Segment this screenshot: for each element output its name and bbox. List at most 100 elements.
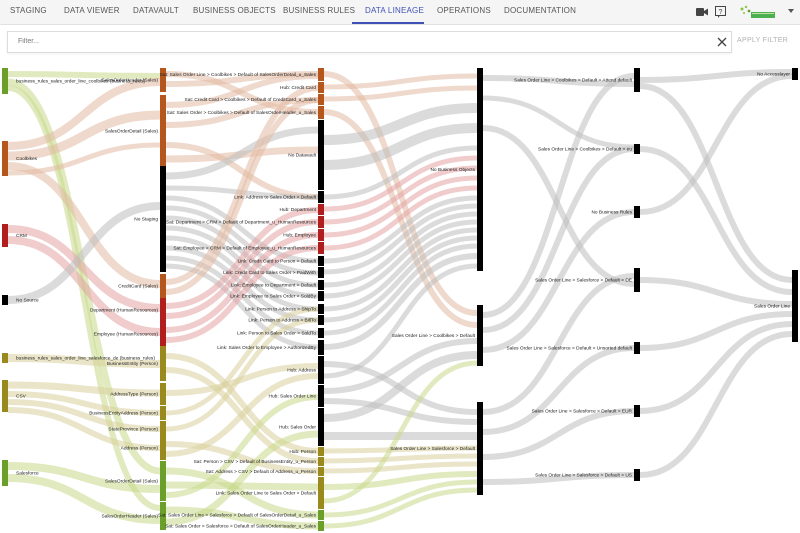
sankey-node-label: SalesOrderDetail (Sales): [105, 129, 158, 135]
sankey-link[interactable]: [323, 103, 478, 145]
tab-datavault[interactable]: DATAVAULT: [133, 0, 179, 24]
sankey-node[interactable]: [318, 106, 324, 119]
sankey-node[interactable]: [318, 447, 324, 456]
sankey-node[interactable]: [318, 229, 324, 241]
video-camera-icon[interactable]: [696, 7, 708, 17]
sankey-node-label: Salesforce: [16, 471, 39, 477]
sankey-node[interactable]: [318, 94, 324, 105]
sankey-node[interactable]: [318, 457, 324, 466]
sankey-node[interactable]: [318, 191, 324, 203]
sankey-link[interactable]: [165, 481, 319, 491]
sankey-node[interactable]: [2, 295, 8, 305]
sankey-node-label: Link: Sales Order Line to Sales Order > …: [216, 491, 317, 497]
sankey-node-label: BusinessEntityAddress (Person): [89, 411, 158, 417]
sankey-node[interactable]: [318, 328, 324, 338]
sankey-node[interactable]: [634, 342, 640, 354]
sankey-node[interactable]: [318, 315, 324, 325]
sankey-node[interactable]: [160, 461, 166, 501]
sankey-link[interactable]: [323, 461, 478, 474]
sankey-node[interactable]: [634, 268, 640, 292]
sankey-node[interactable]: [318, 216, 324, 228]
sankey-node-label: Sales Order Line > Salesforce > Default …: [507, 346, 633, 352]
sankey-node[interactable]: [634, 206, 640, 218]
tab-documentation[interactable]: DOCUMENTATION: [504, 0, 576, 24]
sankey-node[interactable]: [2, 141, 8, 176]
sankey-node[interactable]: [160, 95, 166, 167]
lineage-sankey-diagram: business_rules_sales_order_line_coolbike…: [2, 68, 798, 531]
sankey-node[interactable]: [318, 68, 324, 81]
sankey-node-label: No Source: [16, 298, 39, 304]
sankey-node[interactable]: [318, 304, 324, 314]
sankey-link[interactable]: [639, 331, 793, 478]
sankey-node[interactable]: [160, 274, 166, 298]
sankey-node[interactable]: [160, 436, 166, 460]
sankey-node[interactable]: [634, 405, 640, 417]
sankey-node[interactable]: [318, 82, 324, 93]
sankey-link[interactable]: [639, 83, 793, 283]
sankey-node[interactable]: [477, 305, 483, 366]
tab-business-objects[interactable]: BUSINESS OBJECTS: [193, 0, 276, 24]
help-icon[interactable]: ?: [715, 6, 726, 18]
sankey-node-label: CreditCard (Sales): [118, 284, 158, 290]
sankey-link[interactable]: [639, 311, 793, 351]
sankey-node[interactable]: [318, 120, 324, 190]
sankey-node[interactable]: [160, 346, 166, 381]
sankey-node[interactable]: [477, 68, 483, 271]
sankey-node[interactable]: [160, 298, 166, 322]
sankey-node[interactable]: [318, 521, 324, 531]
sankey-node[interactable]: [792, 68, 798, 80]
sankey-node-label: Link: Sales Order to Employee > Authoriz…: [217, 345, 316, 351]
sankey-node-label: No Staging: [134, 217, 158, 223]
sankey-node[interactable]: [318, 280, 324, 290]
tab-business-rules[interactable]: BUSINESS RULES: [283, 0, 355, 24]
sankey-node[interactable]: [318, 242, 324, 254]
sankey-node-label: No Accesslayer: [757, 72, 790, 78]
sankey-link[interactable]: [323, 85, 478, 102]
sankey-node[interactable]: [634, 469, 640, 481]
active-tab-indicator: [352, 22, 424, 24]
sankey-link[interactable]: [482, 345, 635, 435]
tab-data-lineage[interactable]: DATA LINEAGE: [365, 0, 424, 24]
sankey-node[interactable]: [2, 224, 8, 247]
sankey-node[interactable]: [160, 166, 166, 272]
sankey-node[interactable]: [792, 270, 798, 342]
sankey-node[interactable]: [160, 406, 166, 420]
chevron-down-icon[interactable]: [788, 9, 794, 14]
sankey-node[interactable]: [318, 291, 324, 301]
sankey-node[interactable]: [634, 68, 640, 92]
sankey-link[interactable]: [482, 95, 635, 150]
sankey-link[interactable]: [639, 277, 793, 307]
sankey-node[interactable]: [318, 510, 324, 520]
tab-operations[interactable]: OPERATIONS: [437, 0, 491, 24]
sankey-node[interactable]: [318, 267, 324, 278]
filter-input[interactable]: [18, 34, 698, 49]
sankey-node[interactable]: [318, 467, 324, 476]
sankey-node[interactable]: [160, 322, 166, 346]
tab-data-viewer[interactable]: DATA VIEWER: [64, 0, 120, 24]
sankey-node[interactable]: [160, 68, 166, 92]
sankey-node[interactable]: [160, 383, 166, 405]
sankey-link[interactable]: [482, 408, 635, 460]
tab-staging[interactable]: STAGING: [10, 0, 47, 24]
sankey-link[interactable]: [7, 71, 161, 79]
sankey-node[interactable]: [318, 408, 324, 446]
sankey-node[interactable]: [318, 256, 324, 266]
clear-filter-icon[interactable]: [714, 34, 730, 50]
sankey-node[interactable]: [318, 204, 324, 215]
sankey-node[interactable]: [318, 477, 324, 509]
sankey-node[interactable]: [2, 460, 8, 486]
sankey-node[interactable]: [2, 68, 8, 94]
sankey-node[interactable]: [477, 402, 483, 495]
sankey-node[interactable]: [318, 356, 324, 384]
sankey-node[interactable]: [2, 353, 8, 363]
sankey-node[interactable]: [318, 385, 324, 407]
sankey-node[interactable]: [318, 340, 324, 355]
apply-filter-button[interactable]: APPLY FILTER: [737, 37, 788, 44]
sankey-node-label: Sales Order Line > Coolbikes > Default: [392, 333, 476, 339]
sankey-node[interactable]: [2, 380, 8, 412]
sankey-link[interactable]: [323, 453, 478, 464]
sankey-link[interactable]: [7, 110, 161, 161]
sankey-node-label: Sales Order Line: [754, 304, 790, 310]
sankey-node[interactable]: [634, 144, 640, 154]
sankey-node[interactable]: [160, 421, 166, 437]
